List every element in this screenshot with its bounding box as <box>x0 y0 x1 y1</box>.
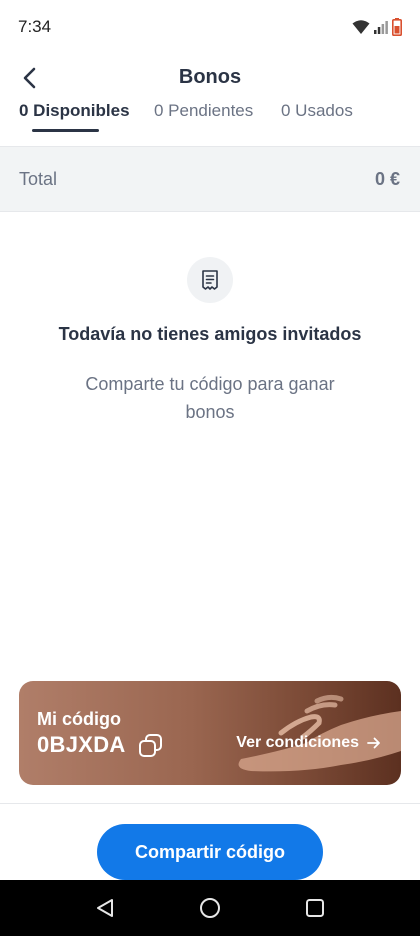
bottom-divider <box>0 803 420 804</box>
header: Bonos <box>0 56 420 100</box>
share-code-button[interactable]: Compartir código <box>97 824 323 880</box>
total-value: 0 € <box>374 169 400 189</box>
back-triangle-icon[interactable] <box>91 894 119 922</box>
active-tab-indicator <box>32 129 99 132</box>
tabs: 0 Disponibles 0 Pendientes 0 Usados <box>0 100 420 136</box>
signal-icon <box>374 21 388 34</box>
referral-code-card: Mi código 0BJXDA Ver condiciones <box>19 681 401 785</box>
wifi-icon <box>352 20 370 34</box>
card-label: Mi código <box>37 709 121 729</box>
arrow-right-icon <box>367 737 380 749</box>
recents-square-icon[interactable] <box>301 894 329 922</box>
total-label: Total <box>19 169 58 189</box>
empty-state-title: Todavía no tienes amigos invitados <box>58 324 362 344</box>
view-conditions-label: Ver condiciones <box>236 734 359 751</box>
referral-code: 0BJXDA <box>37 732 126 757</box>
status-time: 7:34 <box>18 17 52 36</box>
view-conditions-link[interactable]: Ver condiciones <box>236 734 381 752</box>
page-title: Bonos <box>178 66 242 88</box>
system-nav-bar <box>0 880 420 936</box>
status-icons <box>352 18 402 36</box>
tab-pendientes[interactable]: 0 Pendientes <box>154 100 253 136</box>
status-bar: 7:34 <box>0 0 420 56</box>
empty-state-subtitle: Comparte tu código para ganar bonos <box>85 374 335 422</box>
copy-code-button[interactable] <box>137 732 165 760</box>
receipt-icon <box>187 257 233 303</box>
copy-icon <box>139 734 162 757</box>
total-bar: Total 0 € <box>0 146 420 212</box>
battery-icon <box>392 18 402 36</box>
tab-usados[interactable]: 0 Usados <box>281 100 353 136</box>
hand-illustration <box>238 694 401 772</box>
home-circle-icon[interactable] <box>196 894 224 922</box>
